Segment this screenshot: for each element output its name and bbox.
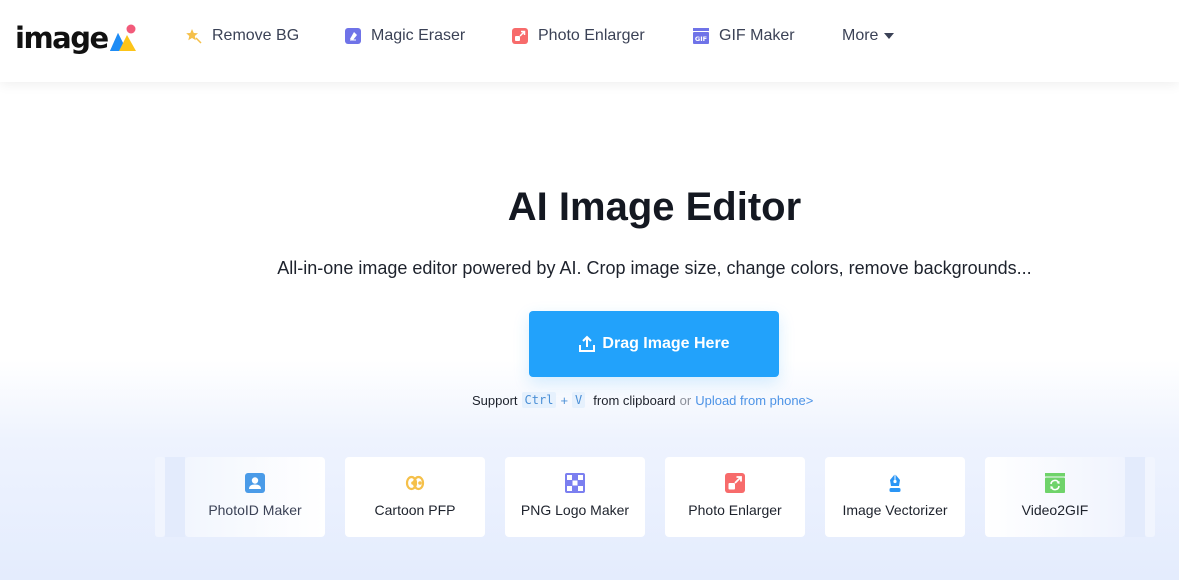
caret-down-icon (884, 33, 895, 39)
gif-icon: GIF (693, 28, 709, 44)
nav-remove-bg[interactable]: Remove BG (186, 26, 299, 46)
tool-card-label: Photo Enlarger (688, 502, 782, 518)
eraser-icon (345, 28, 361, 44)
logo-text: image (15, 21, 109, 55)
svg-text:GIF: GIF (695, 35, 707, 43)
tool-card-label: Cartoon PFP (374, 502, 456, 518)
tool-card-image-vectorizer[interactable]: Image Vectorizer (825, 457, 965, 537)
top-nav-bar: image Remove BG Magic Eraser Photo Enlar… (0, 0, 1179, 82)
nav-label: GIF Maker (719, 27, 795, 44)
carousel-fade-left (165, 457, 185, 537)
tool-card-cartoon-pfp[interactable]: Cartoon PFP (345, 457, 485, 537)
clipboard-support-note: Support Ctrl + V from clipboard or Uploa… (472, 390, 813, 410)
nav-label: More (842, 27, 879, 44)
tool-card-label: PNG Logo Maker (520, 502, 630, 518)
nav-label: Photo Enlarger (538, 27, 645, 44)
cartoon-eyes-icon (405, 475, 425, 491)
page-subtitle: All-in-one image editor powered by AI. C… (277, 258, 1032, 278)
support-text: Support (472, 392, 518, 408)
v-key: V (572, 392, 586, 408)
nav-photo-enlarger[interactable]: Photo Enlarger (512, 26, 645, 46)
imageai-logo[interactable]: image (15, 17, 137, 53)
checkerboard-icon (565, 473, 585, 493)
video-refresh-icon (1045, 473, 1065, 493)
nav-gif-maker[interactable]: GIF GIF Maker (693, 26, 795, 46)
pen-nib-icon (889, 474, 901, 492)
tool-card-png-logo-maker[interactable]: PNG Logo Maker (505, 457, 645, 537)
nav-label: Magic Eraser (371, 27, 466, 44)
tool-card-photoid-maker[interactable]: PhotoID Maker (185, 457, 325, 537)
nav-magic-eraser[interactable]: Magic Eraser (345, 26, 465, 46)
tool-card-photo-enlarger[interactable]: Photo Enlarger (665, 457, 805, 537)
tool-card-label: PhotoID Maker (208, 502, 302, 518)
magic-wand-star-icon (186, 29, 202, 44)
carousel-next-card-edge[interactable] (1145, 457, 1155, 537)
nav-label: Remove BG (212, 27, 300, 44)
support-suffix: from clipboard (593, 392, 676, 408)
enlarge-arrow-icon (512, 28, 528, 44)
or-text: or (679, 392, 692, 408)
upload-button-label: Drag Image Here (602, 335, 730, 352)
logo-ai-mark-icon (109, 24, 136, 51)
upload-from-phone-link[interactable]: Upload from phone> (695, 393, 813, 408)
tool-card-video2gif[interactable]: Video2GIF (985, 457, 1125, 537)
enlarge-arrow-icon (725, 473, 745, 493)
plus-sign: + (560, 392, 569, 408)
tools-carousel: PhotoID Maker Cartoon PFP PNG Logo Maker… (155, 457, 1155, 537)
ctrl-key: Ctrl (521, 392, 557, 408)
carousel-fade-right (1125, 457, 1145, 537)
page-title: AI Image Editor (507, 185, 802, 229)
carousel-prev-card-edge[interactable] (155, 457, 165, 537)
upload-icon (579, 335, 596, 352)
tool-card-label: Video2GIF (1021, 502, 1089, 518)
person-id-icon (245, 473, 265, 493)
tool-card-label: Image Vectorizer (842, 502, 948, 518)
nav-more-dropdown[interactable]: More (842, 26, 895, 46)
drag-image-upload-button[interactable]: Drag Image Here (529, 311, 779, 377)
